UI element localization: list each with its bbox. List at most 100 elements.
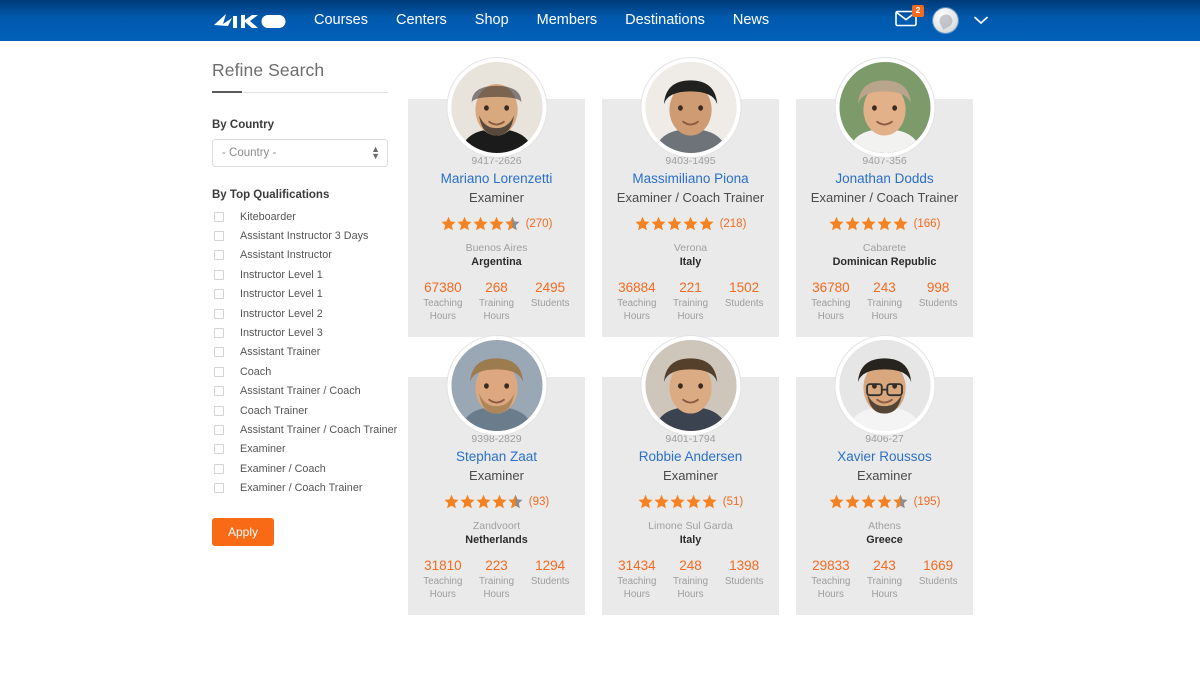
member-avatar[interactable]: [447, 58, 546, 157]
qualification-checkbox[interactable]: [214, 211, 224, 222]
qualification-checkbox[interactable]: [214, 231, 224, 242]
nav-item-members[interactable]: Members: [523, 0, 611, 41]
account-menu-button[interactable]: [974, 16, 988, 25]
member-card[interactable]: 9401-1794 Robbie Andersen Examiner (51) Limo…: [602, 336, 779, 615]
member-avatar[interactable]: [641, 58, 740, 157]
teaching-hours-label: Teaching Hours: [423, 576, 463, 600]
qualification-checkbox[interactable]: [214, 366, 224, 377]
qualification-row[interactable]: Assistant Trainer / Coach: [212, 382, 392, 401]
qualification-row[interactable]: Instructor Level 2: [212, 304, 392, 323]
qualification-checkbox[interactable]: [214, 483, 224, 494]
star-rating[interactable]: [635, 216, 714, 231]
star-rating[interactable]: [829, 494, 908, 509]
star-icon-filled: [460, 494, 475, 509]
star-icon-filled: [638, 494, 653, 509]
qualification-label: Assistant Instructor 3 Days: [240, 230, 369, 243]
star-icon-filled: [441, 216, 456, 231]
qualification-row[interactable]: Coach: [212, 362, 392, 381]
qualification-row[interactable]: Coach Trainer: [212, 401, 392, 420]
star-icon-filled: [893, 216, 908, 231]
member-card[interactable]: 9417-2626 Mariano Lorenzetti Examiner (270)…: [408, 58, 585, 337]
qualification-checkbox[interactable]: [214, 424, 224, 435]
star-icon-filled: [457, 216, 472, 231]
nav-item-centers[interactable]: Centers: [382, 0, 461, 41]
member-city: Zandvoort: [472, 520, 521, 532]
member-card[interactable]: 9406-27 Xavier Roussos Examiner (195) Athens…: [796, 336, 973, 615]
member-stats: 36884 Teaching Hours 221 Training Hours 1502…: [610, 280, 771, 323]
nav-item-shop[interactable]: Shop: [461, 0, 523, 41]
stat-training-hours: 221 Training Hours: [664, 280, 718, 323]
member-name-link[interactable]: Massimiliano Piona: [610, 171, 771, 186]
qualification-checkbox[interactable]: [214, 405, 224, 416]
qualification-row[interactable]: Instructor Level 1: [212, 265, 392, 284]
star-rating[interactable]: [638, 494, 717, 509]
iko-logo[interactable]: [212, 10, 286, 32]
member-role: Examiner: [857, 468, 912, 483]
stat-training-hours: 243 Training Hours: [858, 558, 912, 601]
star-icon-filled: [473, 216, 488, 231]
user-avatar[interactable]: [933, 8, 958, 33]
stat-students: 1398 Students: [717, 558, 771, 588]
students-label: Students: [724, 298, 764, 309]
nav-item-news[interactable]: News: [719, 0, 783, 41]
star-icon-filled: [829, 494, 844, 509]
member-photo: [839, 340, 930, 431]
member-rating: (218): [610, 216, 771, 231]
qualification-checkbox[interactable]: [214, 269, 224, 280]
refine-search-sidebar: Refine Search By Country - Country - ▲ ▼ …: [212, 41, 397, 546]
member-avatar[interactable]: [447, 336, 546, 435]
nav-item-destinations[interactable]: Destinations: [611, 0, 719, 41]
member-card[interactable]: 9398-2829 Stephan Zaat Examiner (93) Zandvoo…: [408, 336, 585, 615]
member-name-link[interactable]: Xavier Roussos: [804, 449, 965, 464]
review-count: (218): [719, 217, 747, 230]
qualification-row[interactable]: Assistant Instructor 3 Days: [212, 226, 392, 245]
member-avatar[interactable]: [835, 336, 934, 435]
qualification-checkbox[interactable]: [214, 463, 224, 474]
messages-button[interactable]: 2: [895, 4, 924, 32]
training-hours-value: 268: [485, 280, 508, 295]
teaching-hours-label: Teaching Hours: [617, 576, 657, 600]
qualification-row[interactable]: Examiner / Coach: [212, 459, 392, 478]
country-select[interactable]: - Country -: [212, 139, 388, 167]
star-rating[interactable]: [829, 216, 908, 231]
qualification-checkbox[interactable]: [214, 386, 224, 397]
qualification-row[interactable]: Assistant Instructor: [212, 246, 392, 265]
qualification-row[interactable]: Assistant Trainer: [212, 343, 392, 362]
qualification-checkbox[interactable]: [214, 328, 224, 339]
qualification-row[interactable]: Instructor Level 3: [212, 323, 392, 342]
member-card[interactable]: 9407-356 Jonathan Dodds Examiner / Coach T…: [796, 58, 973, 337]
qualification-row[interactable]: Assistant Trainer / Coach Trainer: [212, 420, 397, 439]
teaching-hours-value: 31810: [424, 558, 462, 573]
apply-button[interactable]: Apply: [212, 517, 275, 546]
member-name-link[interactable]: Stephan Zaat: [416, 449, 577, 464]
member-name-link[interactable]: Jonathan Dodds: [804, 171, 965, 186]
qualification-row[interactable]: Instructor Level 1: [212, 285, 392, 304]
star-rating[interactable]: [441, 216, 520, 231]
member-role: Examiner: [469, 190, 524, 205]
member-city: Verona: [673, 242, 708, 254]
teaching-hours-label: Teaching Hours: [423, 298, 463, 322]
qualification-checkbox[interactable]: [214, 250, 224, 261]
students-value: 1502: [729, 280, 760, 295]
students-value: 998: [926, 280, 950, 295]
qualification-label: Assistant Trainer / Coach: [240, 385, 361, 398]
qualification-row[interactable]: Examiner: [212, 440, 392, 459]
member-avatar[interactable]: [641, 336, 740, 435]
member-name-link[interactable]: Mariano Lorenzetti: [416, 171, 577, 186]
member-stats: 31810 Teaching Hours 223 Training Hours 1294…: [416, 558, 577, 601]
member-avatar[interactable]: [835, 58, 934, 157]
nav-item-courses[interactable]: Courses: [300, 0, 382, 41]
star-rating[interactable]: [444, 494, 523, 509]
member-name-link[interactable]: Robbie Andersen: [610, 449, 771, 464]
member-city: Athens: [868, 520, 901, 532]
training-hours-label: Training Hours: [478, 576, 515, 600]
qualification-row[interactable]: Examiner / Coach Trainer: [212, 478, 392, 497]
qualification-checkbox[interactable]: [214, 308, 224, 319]
qualification-checkbox[interactable]: [214, 347, 224, 358]
member-card[interactable]: 9403-1495 Massimiliano Piona Examiner / Co…: [602, 58, 779, 337]
qualification-checkbox[interactable]: [214, 289, 224, 300]
students-value: 1294: [535, 558, 566, 573]
star-icon-filled: [492, 494, 507, 509]
qualification-checkbox[interactable]: [214, 444, 224, 455]
qualification-row[interactable]: Kiteboarder: [212, 207, 392, 226]
